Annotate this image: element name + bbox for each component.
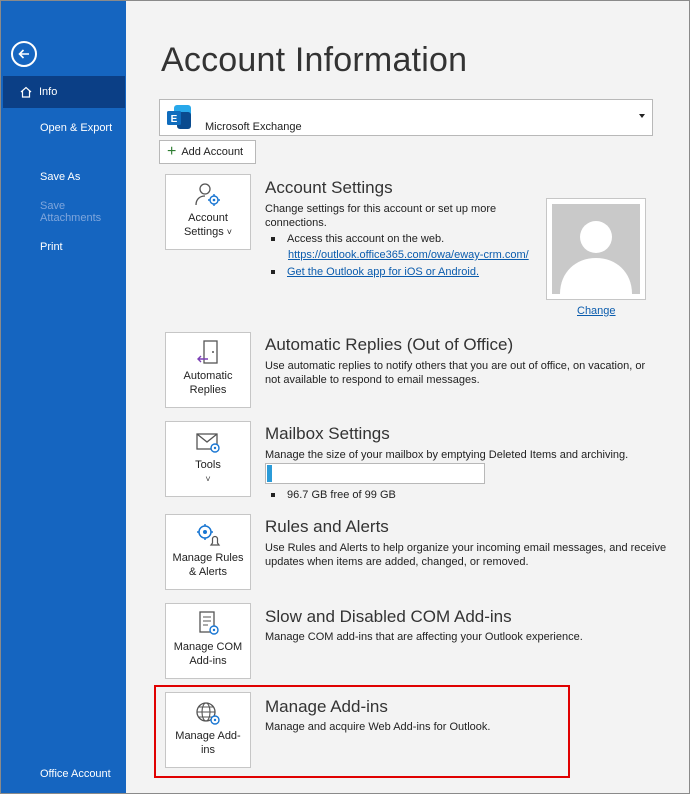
globe-gear-icon xyxy=(196,702,220,725)
tile-label: Tools xyxy=(195,459,221,471)
desc-line: not available to respond to email messag… xyxy=(265,374,480,386)
sidebar-item-label: Print xyxy=(40,241,63,253)
account-settings-icon xyxy=(195,183,220,206)
outlook-backstage: Info Open & Export Save As Save Attachme… xyxy=(0,0,690,794)
tile-label: Settings xyxy=(183,226,224,238)
outlook-app-link[interactable]: Get the Outlook app for iOS or Android. xyxy=(287,266,479,278)
page-title: Account Information xyxy=(161,41,468,79)
automatic-replies-desc: Use automatic replies to notify others t… xyxy=(265,359,645,387)
sidebar-item-info[interactable]: Info xyxy=(3,76,125,108)
sidebar: Info Open & Export Save As Save Attachme… xyxy=(1,1,126,793)
bullet-icon xyxy=(271,270,275,274)
com-addins-icon xyxy=(199,611,219,635)
tile-label: Manage COM xyxy=(173,641,243,653)
tile-label: Manage Rules xyxy=(172,552,244,564)
sidebar-item-label: Open & Export xyxy=(40,122,113,134)
automatic-replies-title: Automatic Replies (Out of Office) xyxy=(265,335,514,354)
sidebar-item-label: Save Attachments xyxy=(40,200,102,224)
plus-icon: + xyxy=(167,143,177,160)
mailbox-settings-desc: Manage the size of your mailbox by empty… xyxy=(265,449,629,461)
bullet-item: 96.7 GB free of 99 GB xyxy=(271,489,396,501)
sidebar-item-print[interactable]: Print xyxy=(3,231,125,263)
owa-link[interactable]: https://outlook.office365.com/owa/eway-c… xyxy=(288,249,529,261)
desc-line: Change settings for this account or set … xyxy=(265,203,497,215)
main-panel: Account Information E Microsoft Exchange… xyxy=(126,1,689,793)
profile-photo[interactable] xyxy=(546,198,646,300)
add-account-button[interactable]: + Add Account xyxy=(159,140,256,164)
account-settings-desc: Change settings for this account or set … xyxy=(265,202,496,230)
mailbox-settings-title: Mailbox Settings xyxy=(265,424,390,443)
manage-com-addins-button[interactable]: Manage COM Add-ins xyxy=(165,603,251,679)
bullet-item: Get the Outlook app for iOS or Android. xyxy=(271,266,479,278)
account-name: Microsoft Exchange xyxy=(205,121,302,133)
desc-line: updates when items are added, changed, o… xyxy=(265,556,529,568)
desc-line: connections. xyxy=(265,217,327,229)
bullet-item: Access this account on the web. xyxy=(271,233,444,245)
tile-label: Manage Add- xyxy=(175,730,241,742)
mailbox-usage-fill xyxy=(267,465,272,482)
com-addins-desc: Manage COM add-ins that are affecting yo… xyxy=(265,631,583,643)
person-silhouette-icon xyxy=(560,221,632,294)
change-photo-link[interactable]: Change xyxy=(577,305,616,317)
rules-alerts-icon xyxy=(197,524,221,546)
automatic-replies-icon xyxy=(197,340,218,364)
mailbox-usage-bar xyxy=(265,463,485,484)
add-account-label: Add Account xyxy=(181,146,244,158)
com-addins-title: Slow and Disabled COM Add-ins xyxy=(265,607,512,626)
svg-text:E: E xyxy=(171,114,178,125)
tools-button[interactable]: Tools ˅ xyxy=(165,421,251,497)
tile-label: Automatic xyxy=(183,370,233,382)
tile-label: & Alerts xyxy=(189,566,227,578)
bullet-icon xyxy=(271,493,275,497)
desc-line: Use Rules and Alerts to help organize yo… xyxy=(265,542,667,554)
tile-label: Replies xyxy=(189,384,227,396)
account-settings-title: Account Settings xyxy=(265,178,393,197)
sidebar-item-save-as[interactable]: Save As xyxy=(3,161,125,193)
sidebar-item-save-attachments: Save Attachments xyxy=(3,196,125,228)
sidebar-item-label: Save As xyxy=(40,171,81,183)
tile-label: Add-ins xyxy=(189,655,227,667)
sidebar-item-label: Info xyxy=(39,86,58,98)
exchange-icon: E xyxy=(167,105,191,129)
account-selector[interactable]: E Microsoft Exchange xyxy=(159,99,653,136)
manage-addins-desc: Manage and acquire Web Add-ins for Outlo… xyxy=(265,721,491,733)
bullet-text: Access this account on the web. xyxy=(287,233,445,245)
automatic-replies-button[interactable]: Automatic Replies xyxy=(165,332,251,408)
account-settings-button[interactable]: Account Settings ˅ xyxy=(165,174,251,250)
manage-addins-title: Manage Add-ins xyxy=(265,697,388,716)
home-icon xyxy=(20,86,32,98)
rules-alerts-title: Rules and Alerts xyxy=(265,517,389,536)
chevron-down-icon xyxy=(639,114,645,118)
sidebar-item-open-export[interactable]: Open & Export xyxy=(3,112,125,144)
sidebar-item-label: Office Account xyxy=(40,768,111,780)
tile-label: Account xyxy=(188,212,228,224)
back-arrow-icon[interactable] xyxy=(11,41,37,67)
sidebar-item-office-account[interactable]: Office Account xyxy=(3,758,125,790)
tile-label: ins xyxy=(200,744,216,756)
desc-line: Use automatic replies to notify others t… xyxy=(265,360,646,372)
mailbox-tools-icon xyxy=(196,433,220,453)
avatar xyxy=(552,204,640,294)
manage-rules-alerts-button[interactable]: Manage Rules & Alerts xyxy=(165,514,251,590)
bullet-icon xyxy=(271,237,275,241)
manage-addins-button[interactable]: Manage Add- ins xyxy=(165,692,251,768)
rules-alerts-desc: Use Rules and Alerts to help organize yo… xyxy=(265,541,666,569)
tile-caret: ˅ xyxy=(226,227,233,237)
mailbox-free-text: 96.7 GB free of 99 GB xyxy=(287,489,396,501)
tile-caret: ˅ xyxy=(205,474,211,484)
